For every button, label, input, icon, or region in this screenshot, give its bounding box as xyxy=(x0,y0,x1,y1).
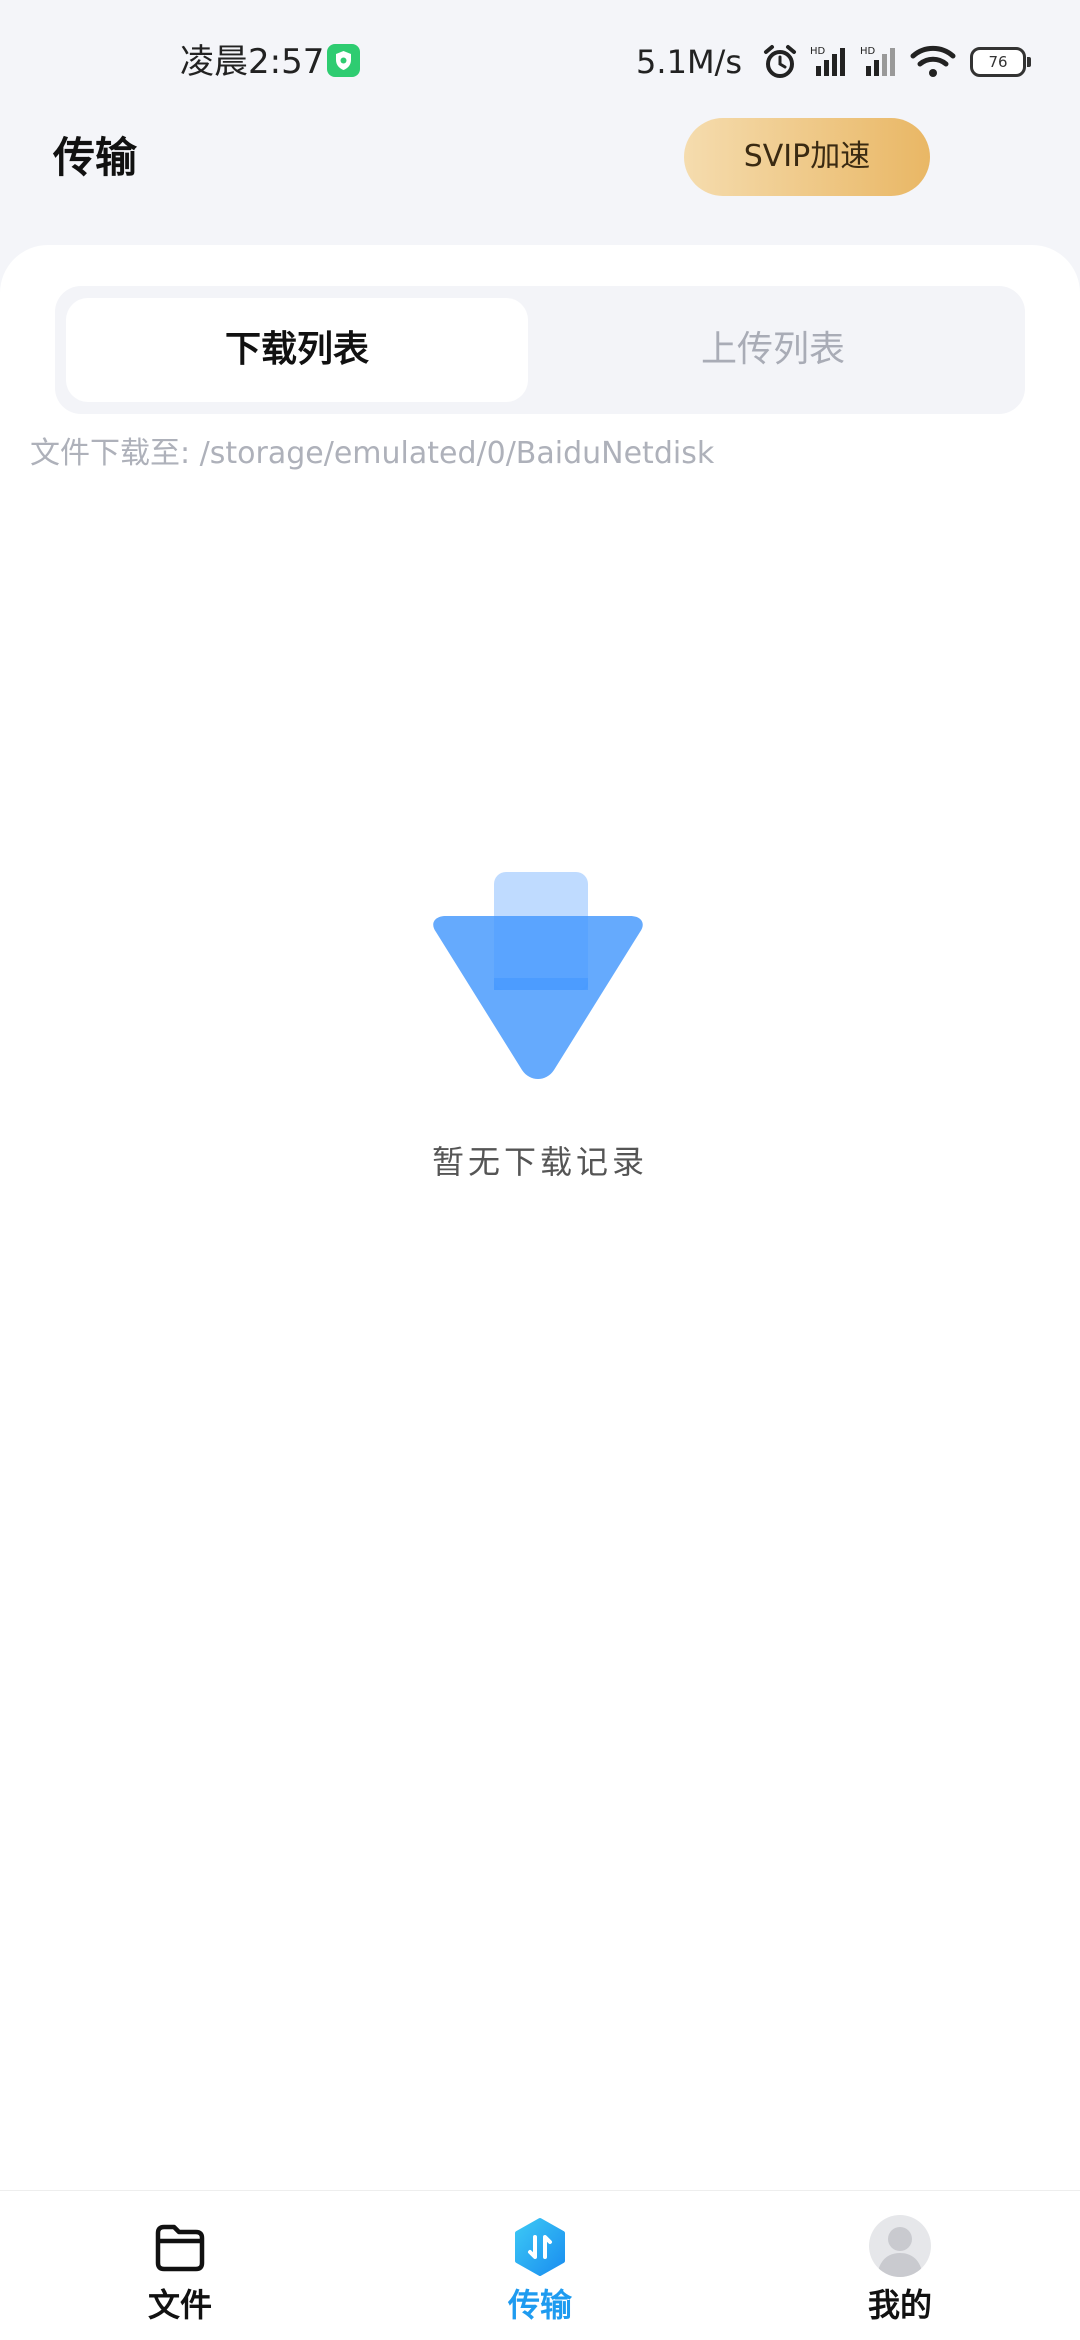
page-title: 传输 xyxy=(53,133,138,182)
network-speed: 5.1M/s xyxy=(636,43,742,81)
avatar xyxy=(869,2215,931,2277)
nav-item-transfer[interactable]: 传输 xyxy=(440,2191,640,2340)
download-path-text: 文件下载至: /storage/emulated/0/BaiduNetdisk xyxy=(30,436,715,471)
bottom-navigation: 文件 传输 我的 xyxy=(0,2190,1080,2340)
tab-download-list[interactable]: 下载列表 xyxy=(66,298,528,402)
svg-text:HD: HD xyxy=(860,46,876,57)
content-card: 下载列表 上传列表 文件下载至: /storage/emulated/0/Bai… xyxy=(0,245,1080,2190)
nav-item-files[interactable]: 文件 xyxy=(80,2191,280,2340)
shield-icon xyxy=(327,44,360,77)
nav-item-profile[interactable]: 我的 xyxy=(800,2191,1000,2340)
status-bar: 凌晨2:57 5.1M/s HD HD 76 xyxy=(0,0,1080,125)
status-time: 凌晨2:57 xyxy=(180,42,325,82)
signal-hd-icon: HD xyxy=(810,46,845,76)
alarm-icon xyxy=(764,45,796,78)
empty-download-icon xyxy=(433,872,643,1079)
nav-label-profile: 我的 xyxy=(867,2286,932,2324)
transfer-tab-switch: 下载列表 上传列表 xyxy=(55,286,1025,414)
battery-indicator: 76 xyxy=(970,47,1031,77)
nav-label-files: 文件 xyxy=(147,2286,212,2324)
svip-boost-button[interactable]: SVIP加速 xyxy=(684,118,930,196)
folder-icon xyxy=(155,2224,205,2272)
wifi-icon xyxy=(910,45,956,77)
transfer-screen: 凌晨2:57 5.1M/s HD HD 76 传输 SVIP加速 下载列表 上传… xyxy=(0,0,1080,2340)
nav-label-transfer: 传输 xyxy=(507,2286,572,2324)
svg-text:HD: HD xyxy=(810,46,826,57)
empty-state-message: 暂无下载记录 xyxy=(431,1143,648,1181)
signal-hd-icon-2: HD xyxy=(860,46,895,76)
transfer-icon xyxy=(515,2218,565,2276)
tab-upload-list[interactable]: 上传列表 xyxy=(542,298,1004,402)
status-icons: 5.1M/s HD HD 76 xyxy=(636,40,1031,84)
